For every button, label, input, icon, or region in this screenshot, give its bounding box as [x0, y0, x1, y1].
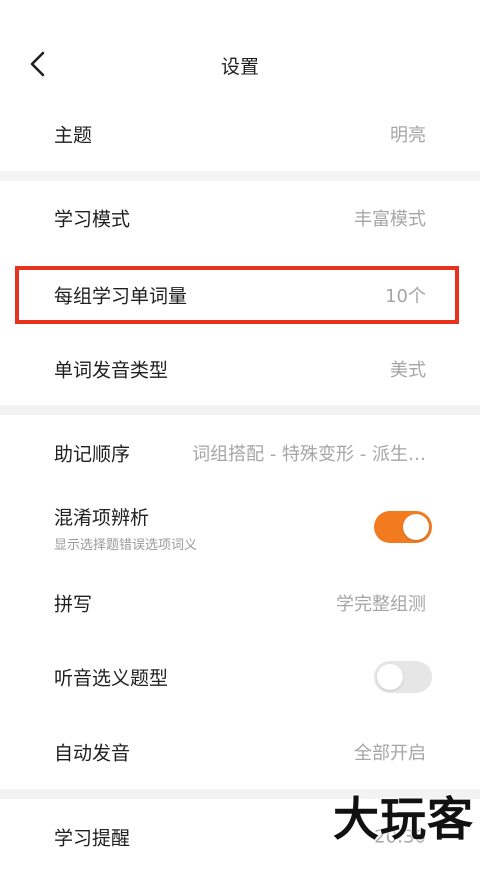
setting-sub-confusion: 显示选择题错误选项词义 [54, 538, 198, 553]
setting-row-pronunciation[interactable]: 单词发音类型 美式 [0, 332, 480, 406]
setting-value-pronunciation: 美式 [390, 360, 426, 381]
setting-row-reminder[interactable]: 学习提醒 20:30 [0, 800, 480, 874]
toggle-knob [403, 514, 429, 540]
setting-value-mnemonic-order: 词组搭配 - 特殊变形 - 派生… [192, 444, 426, 465]
setting-value-study-mode: 丰富模式 [354, 209, 426, 230]
setting-row-spelling[interactable]: 拼写 学完整组测 [0, 566, 480, 640]
setting-row-confusion: 混淆项辨析 显示选择题错误选项词义 [0, 490, 480, 564]
setting-row-study-mode[interactable]: 学习模式 丰富模式 [0, 181, 480, 255]
setting-label-mnemonic-order: 助记顺序 [54, 443, 131, 466]
page-title: 设置 [220, 56, 259, 78]
setting-value-reminder: 20:30 [374, 826, 426, 848]
setting-value-words-per-group: 10个 [385, 286, 426, 307]
back-button[interactable] [22, 48, 54, 80]
confusion-toggle[interactable] [374, 511, 432, 543]
chevron-left-icon [30, 51, 45, 77]
section-divider [0, 171, 480, 181]
section-divider [0, 789, 480, 799]
setting-label-reminder: 学习提醒 [54, 827, 131, 850]
listening-toggle[interactable] [374, 661, 432, 693]
setting-row-words-per-group[interactable]: 每组学习单词量 10个 [0, 258, 480, 332]
setting-label-spelling: 拼写 [54, 593, 93, 616]
setting-row-theme[interactable]: 主题 明亮 [0, 97, 480, 171]
setting-value-spelling: 学完整组测 [336, 594, 426, 615]
setting-label-study-mode: 学习模式 [54, 208, 131, 231]
setting-label-theme: 主题 [54, 124, 93, 147]
setting-row-mnemonic-order[interactable]: 助记顺序 词组搭配 - 特殊变形 - 派生… [0, 416, 480, 490]
setting-value-auto-play: 全部开启 [354, 743, 426, 764]
setting-label-pronunciation: 单词发音类型 [54, 359, 169, 382]
setting-label-confusion: 混淆项辨析 [54, 507, 150, 529]
section-divider [0, 405, 480, 415]
setting-row-listening: 听音选义题型 [0, 640, 480, 714]
header: 设置 [0, 0, 480, 108]
setting-value-theme: 明亮 [390, 125, 426, 146]
setting-label-auto-play: 自动发音 [54, 742, 131, 765]
setting-label-words-per-group: 每组学习单词量 [54, 285, 188, 308]
toggle-knob [377, 664, 403, 690]
setting-label-listening: 听音选义题型 [54, 667, 169, 690]
setting-row-auto-play[interactable]: 自动发音 全部开启 [0, 715, 480, 789]
